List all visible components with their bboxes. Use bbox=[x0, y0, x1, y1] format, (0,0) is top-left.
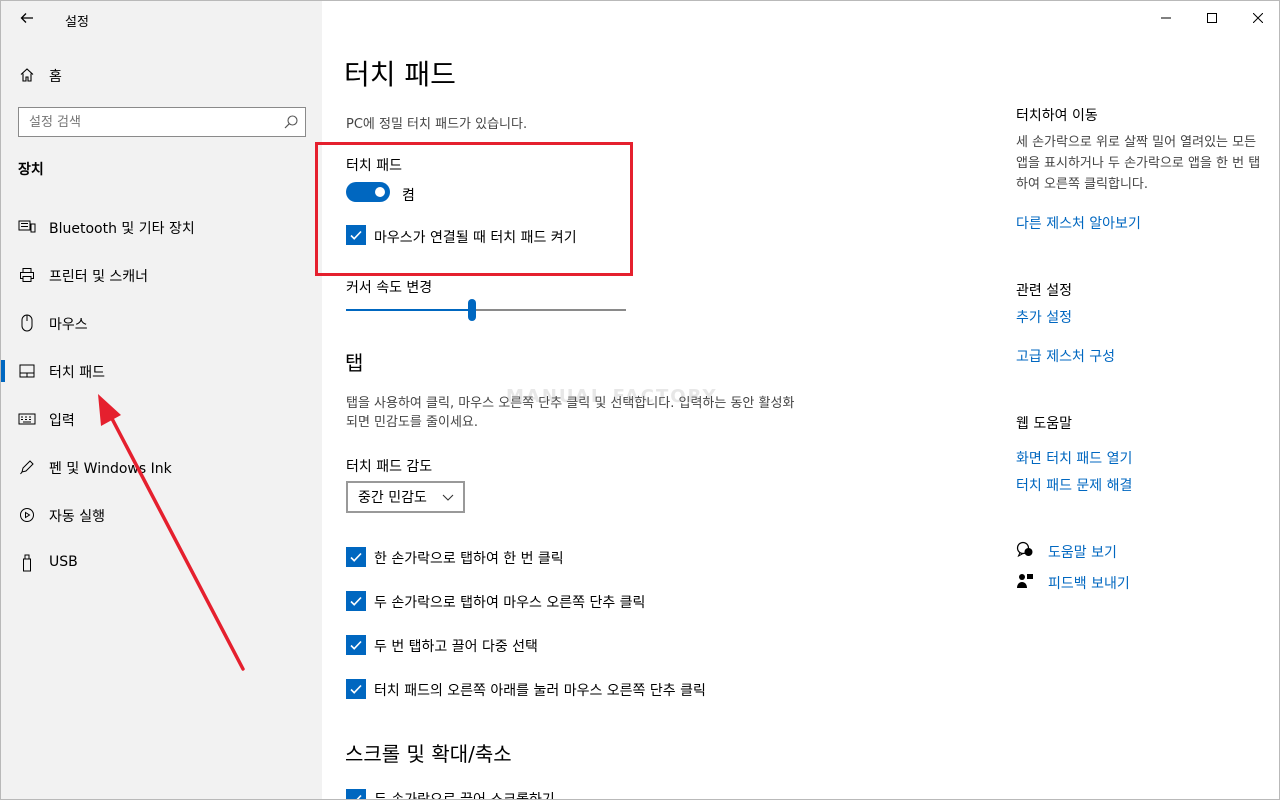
slider-fill bbox=[346, 309, 472, 311]
mouse-icon bbox=[18, 314, 36, 332]
sidebar-item-label: USB bbox=[49, 554, 78, 570]
swipe-section-text: 세 손가락으로 위로 살짝 밀어 열려있는 모든 앱을 표시하거나 두 손가락으… bbox=[1016, 135, 1261, 192]
sidebar-item-bluetooth[interactable]: Bluetooth 및 기타 장치 bbox=[1, 203, 322, 251]
autoplay-icon bbox=[18, 506, 36, 524]
search-icon[interactable] bbox=[283, 114, 299, 130]
tap-option-label: 터치 패드의 오른쪽 아래를 눌러 마우스 오른쪽 단추 클릭 bbox=[374, 683, 706, 699]
tap-option-label: 두 번 탭하고 끌어 다중 선택 bbox=[374, 639, 538, 655]
checkmark-icon bbox=[350, 596, 362, 606]
web-help-title: 웹 도움말 bbox=[1016, 416, 1072, 432]
tap-option-checkbox-4[interactable] bbox=[346, 679, 366, 699]
touchpad-toggle[interactable] bbox=[346, 182, 390, 202]
touchpad-icon bbox=[18, 362, 36, 380]
page-title: 터치 패드 bbox=[344, 58, 456, 91]
tap-option-checkbox-2[interactable] bbox=[346, 591, 366, 611]
close-icon bbox=[1253, 13, 1263, 23]
slider-thumb[interactable] bbox=[468, 299, 476, 321]
chevron-down-icon bbox=[442, 494, 454, 501]
tap-section-heading: 탭 bbox=[345, 351, 364, 375]
touchpad-troubleshoot-link[interactable]: 터치 패드 문제 해결 bbox=[1016, 475, 1132, 495]
checkmark-icon bbox=[351, 794, 362, 799]
scroll-option-checkbox[interactable] bbox=[346, 789, 366, 799]
open-onscreen-touchpad-link[interactable]: 화면 터치 패드 열기 bbox=[1016, 448, 1132, 468]
mouse-connected-label: 마우스가 연결될 때 터치 패드 켜기 bbox=[374, 230, 577, 246]
sidebar-item-home[interactable]: 홈 bbox=[1, 59, 322, 91]
home-label: 홈 bbox=[49, 69, 62, 85]
scroll-section-heading: 스크롤 및 확대/축소 bbox=[345, 742, 512, 766]
search-input[interactable] bbox=[19, 108, 269, 136]
get-help-link[interactable]: 도움말 보기 bbox=[1048, 542, 1117, 562]
sidebar-item-printers[interactable]: 프린터 및 스캐너 bbox=[1, 251, 322, 299]
sidebar-item-typing[interactable]: 입력 bbox=[1, 395, 322, 443]
sidebar-item-label: 입력 bbox=[49, 413, 75, 429]
titlebar-left: 설정 bbox=[1, 1, 322, 35]
bluetooth-devices-icon bbox=[18, 218, 36, 236]
related-settings-title: 관련 설정 bbox=[1016, 283, 1072, 299]
pen-icon bbox=[18, 458, 36, 476]
send-feedback-link[interactable]: 피드백 보내기 bbox=[1048, 573, 1130, 593]
search-box[interactable] bbox=[18, 107, 306, 137]
mouse-connected-checkbox[interactable] bbox=[346, 225, 366, 245]
sidebar-section-title: 장치 bbox=[18, 162, 44, 178]
sidebar-item-label: 프린터 및 스캐너 bbox=[49, 269, 149, 285]
tap-option-label: 한 손가락으로 탭하여 한 번 클릭 bbox=[374, 551, 564, 567]
maximize-icon bbox=[1207, 13, 1217, 23]
tap-option-label: 두 손가락으로 탭하여 마우스 오른쪽 단추 클릭 bbox=[374, 595, 646, 611]
window-controls bbox=[1143, 1, 1279, 35]
help-chat-icon bbox=[1016, 541, 1034, 559]
sidebar-item-label: 마우스 bbox=[49, 317, 88, 333]
close-button[interactable] bbox=[1235, 1, 1279, 35]
additional-settings-link[interactable]: 추가 설정 bbox=[1016, 307, 1072, 327]
learn-gestures-link[interactable]: 다른 제스처 알아보기 bbox=[1016, 213, 1141, 233]
advanced-gesture-link[interactable]: 고급 제스처 구성 bbox=[1016, 346, 1115, 366]
checkmark-icon bbox=[350, 230, 362, 240]
sidebar-item-label: 펜 및 Windows Ink bbox=[49, 461, 172, 477]
sidebar-item-mouse[interactable]: 마우스 bbox=[1, 299, 322, 347]
sidebar-item-autoplay[interactable]: 자동 실행 bbox=[1, 491, 322, 539]
main-content: 터치 패드 PC에 정밀 터치 패드가 있습니다. 터치 패드 켬 마우스가 연… bbox=[315, 1, 1279, 800]
checkmark-icon bbox=[350, 552, 362, 562]
minimize-button[interactable] bbox=[1143, 1, 1189, 35]
sensitivity-dropdown[interactable]: 중간 민감도 bbox=[346, 481, 465, 513]
sensitivity-value: 중간 민감도 bbox=[358, 490, 427, 506]
minimize-icon bbox=[1161, 17, 1171, 19]
cursor-speed-label: 커서 속도 변경 bbox=[346, 280, 433, 296]
tap-option-checkbox-3[interactable] bbox=[346, 635, 366, 655]
scroll-option-label: 두 손가락으로 끌어 스크롤하기 bbox=[374, 792, 555, 800]
tap-description: 탭을 사용하여 클릭, 마우스 오른쪽 단추 클릭 및 선택합니다. 입력하는 … bbox=[346, 396, 795, 430]
sidebar-item-label: 자동 실행 bbox=[49, 509, 105, 525]
toggle-state-text: 켬 bbox=[402, 188, 415, 204]
checkmark-icon bbox=[350, 684, 362, 694]
sensitivity-label: 터치 패드 감도 bbox=[346, 459, 433, 475]
printer-icon bbox=[18, 266, 36, 284]
back-button[interactable] bbox=[15, 7, 39, 29]
usb-icon bbox=[18, 554, 36, 572]
maximize-button[interactable] bbox=[1189, 1, 1235, 35]
back-arrow-icon bbox=[20, 13, 33, 23]
sidebar-item-pen[interactable]: 펜 및 Windows Ink bbox=[1, 443, 322, 491]
sidebar: 설정 홈 장치 Bluetooth 및 기타 장치 bbox=[1, 1, 322, 799]
sidebar-item-label: 터치 패드 bbox=[49, 365, 105, 381]
checkmark-icon bbox=[350, 640, 362, 650]
cursor-speed-slider[interactable] bbox=[346, 297, 626, 325]
swipe-section-title: 터치하여 이동 bbox=[1016, 108, 1098, 124]
sidebar-item-usb[interactable]: USB bbox=[1, 539, 322, 587]
settings-window: 설정 홈 장치 Bluetooth 및 기타 장치 bbox=[0, 0, 1280, 800]
touchpad-toggle-label: 터치 패드 bbox=[346, 158, 402, 174]
app-title: 설정 bbox=[65, 15, 89, 30]
sidebar-nav: Bluetooth 및 기타 장치 프린터 및 스캐너 마우스 터치 패드 입력… bbox=[1, 203, 322, 587]
sidebar-item-touchpad[interactable]: 터치 패드 bbox=[1, 347, 322, 395]
home-icon bbox=[18, 66, 36, 84]
page-subtitle: PC에 정밀 터치 패드가 있습니다. bbox=[346, 117, 528, 132]
feedback-icon bbox=[1016, 572, 1034, 590]
keyboard-icon bbox=[18, 410, 36, 428]
tap-option-checkbox-1[interactable] bbox=[346, 547, 366, 567]
sidebar-item-label: Bluetooth 및 기타 장치 bbox=[49, 221, 195, 237]
